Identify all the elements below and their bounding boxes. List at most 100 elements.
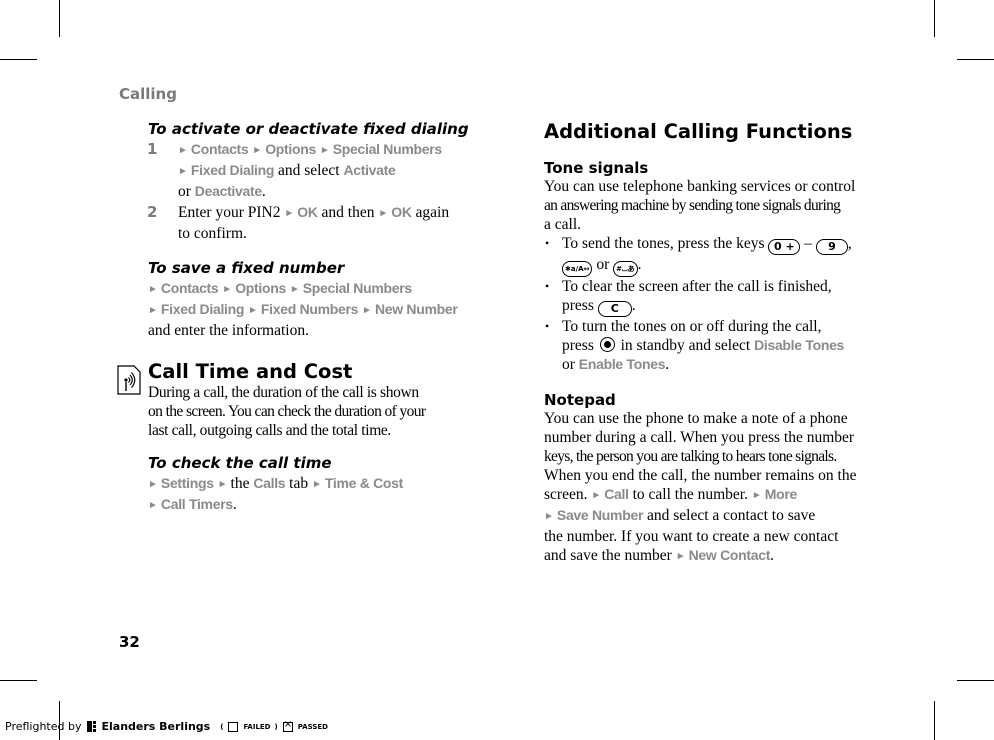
bullet-text: press	[562, 337, 594, 354]
menu-item-special-numbers[interactable]: Special Numbers	[333, 141, 442, 157]
punct: (	[220, 722, 224, 731]
body-line: You can use telephone banking services o…	[544, 178, 856, 195]
arrow-icon: ►	[148, 305, 158, 316]
menu-item-settings[interactable]: Settings	[161, 475, 214, 491]
menu-item-save-number[interactable]: Save Number	[557, 507, 643, 523]
bullet-item: • To send the tones, press the keys 0 + …	[544, 234, 889, 277]
bullet-text: To turn the tones on or off during the c…	[562, 318, 822, 335]
body-text: and save the number	[544, 547, 672, 564]
step-text: again	[415, 204, 450, 221]
punct: )	[274, 722, 278, 731]
save-fixed-number-section: To save a fixed number ► Contacts ► Option…	[148, 260, 478, 340]
arrow-icon: ►	[284, 208, 295, 219]
menu-item-contacts[interactable]: Contacts	[161, 280, 219, 296]
menu-item-special-numbers[interactable]: Special Numbers	[303, 280, 412, 296]
bullet-text: or	[596, 256, 610, 273]
menu-item-options[interactable]: Options	[265, 141, 316, 157]
page-number: 32	[119, 633, 140, 651]
crop-mark	[934, 701, 935, 740]
arrow-icon: ►	[148, 479, 158, 490]
arrow-icon: ►	[544, 511, 554, 522]
arrow-icon: ►	[289, 284, 300, 295]
menu-item-fixed-numbers[interactable]: Fixed Numbers	[261, 301, 359, 317]
menu-item-new-contact[interactable]: New Contact	[689, 547, 771, 563]
menu-item-disable-tones[interactable]: Disable Tones	[754, 337, 844, 353]
menu-item-time-cost[interactable]: Time & Cost	[325, 475, 403, 491]
body-line: last call, outgoing calls and the total …	[148, 422, 391, 439]
crop-mark	[0, 59, 37, 60]
crop-mark	[934, 0, 935, 37]
fixed-dialing-heading: To activate or deactivate fixed dialing	[148, 120, 469, 138]
check-call-time-heading: To check the call time	[148, 454, 332, 472]
arrow-icon: ►	[319, 145, 330, 156]
call-time-cost-heading: Call Time and Cost	[148, 360, 353, 383]
step-text: and select	[278, 162, 340, 179]
call-time-cost-section: Call Time and Cost During a call, the du…	[148, 361, 478, 440]
menu-item-more[interactable]: More	[765, 486, 798, 502]
menu-item-call[interactable]: Call	[604, 486, 629, 502]
body-line: an answering machine by sending tone sig…	[544, 197, 841, 214]
arrow-icon: ►	[148, 500, 158, 511]
bullet-text: in standby and select	[620, 337, 751, 354]
bullet-icon: •	[545, 319, 550, 333]
menu-item-ok[interactable]: OK	[297, 204, 318, 220]
menu-item-call-timers[interactable]: Call Timers	[161, 496, 233, 512]
tone-bullets: • To send the tones, press the keys 0 + …	[544, 234, 889, 374]
left-column: To activate or deactivate fixed dialing …	[147, 120, 478, 516]
notepad-heading: Notepad	[544, 391, 616, 409]
step-text: or	[178, 183, 191, 200]
bullet-text: To clear the screen after the call is fi…	[562, 278, 832, 295]
arrow-icon: ►	[217, 479, 228, 490]
tone-signals-heading: Tone signals	[544, 159, 649, 177]
bullet-text: To send the tones, press the keys	[562, 235, 765, 252]
additional-calling-functions-heading: Additional Calling Functions	[544, 120, 853, 143]
body-text: the	[230, 475, 250, 492]
step-number: 2	[147, 203, 158, 221]
bullet-icon: •	[545, 279, 550, 293]
body-line: keys, the person you are talking to hear…	[544, 448, 837, 465]
punct: .	[232, 496, 237, 513]
arrow-icon: ►	[252, 145, 263, 156]
crop-mark	[59, 0, 60, 37]
menu-item-ok[interactable]: OK	[391, 204, 412, 220]
menu-item-new-number[interactable]: New Number	[375, 301, 458, 317]
punct: .	[631, 297, 636, 314]
preflight-brand: Elanders Berlings	[101, 720, 211, 733]
menu-item-options[interactable]: Options	[235, 280, 286, 296]
crop-mark	[957, 59, 994, 60]
menu-item-fixed-dialing[interactable]: Fixed Dialing	[191, 162, 275, 178]
arrow-icon: ►	[222, 284, 233, 295]
body-text: tab	[289, 475, 309, 492]
menu-item-enable-tones[interactable]: Enable Tones	[579, 356, 666, 372]
key-star-icon: ✱a/A↔	[562, 261, 593, 277]
step-number: 1	[147, 140, 158, 158]
tone-signals-section: Tone signals You can use telephone banki…	[544, 159, 889, 374]
punct: ,	[847, 235, 852, 252]
arrow-icon: ►	[311, 479, 322, 490]
menu-item-calls-tab[interactable]: Calls	[253, 475, 285, 491]
step-text: and then	[321, 204, 375, 221]
body-text: to call the number.	[632, 486, 748, 503]
menu-item-contacts[interactable]: Contacts	[191, 141, 249, 157]
arrow-icon: ►	[178, 145, 188, 156]
key-hash-icon: #⌴あ	[613, 261, 638, 277]
crop-mark	[957, 680, 994, 681]
arrow-icon: ►	[178, 166, 188, 177]
menu-item-fixed-dialing[interactable]: Fixed Dialing	[161, 301, 245, 317]
bullet-item: • To turn the tones on or off during the…	[544, 317, 889, 374]
elanders-logo-icon	[87, 721, 97, 732]
save-fixed-number-heading: To save a fixed number	[148, 259, 345, 277]
arrow-icon: ►	[751, 490, 762, 501]
notepad-section: Notepad You can use the phone to make a …	[544, 391, 889, 567]
arrow-icon: ►	[248, 305, 258, 316]
failed-checkbox	[228, 721, 239, 732]
bullet-item: • To clear the screen after the call is …	[544, 277, 889, 317]
check-call-time-section: To check the call time ► Settings ► the Ca…	[148, 455, 478, 516]
body-text: and select a contact to save	[646, 507, 816, 524]
punct: .	[261, 183, 266, 200]
body-line: a call.	[544, 216, 582, 233]
running-head: Calling	[119, 85, 177, 103]
bullet-text: –	[804, 235, 813, 252]
menu-item-deactivate[interactable]: Deactivate	[195, 183, 262, 199]
menu-item-activate[interactable]: Activate	[343, 162, 395, 178]
